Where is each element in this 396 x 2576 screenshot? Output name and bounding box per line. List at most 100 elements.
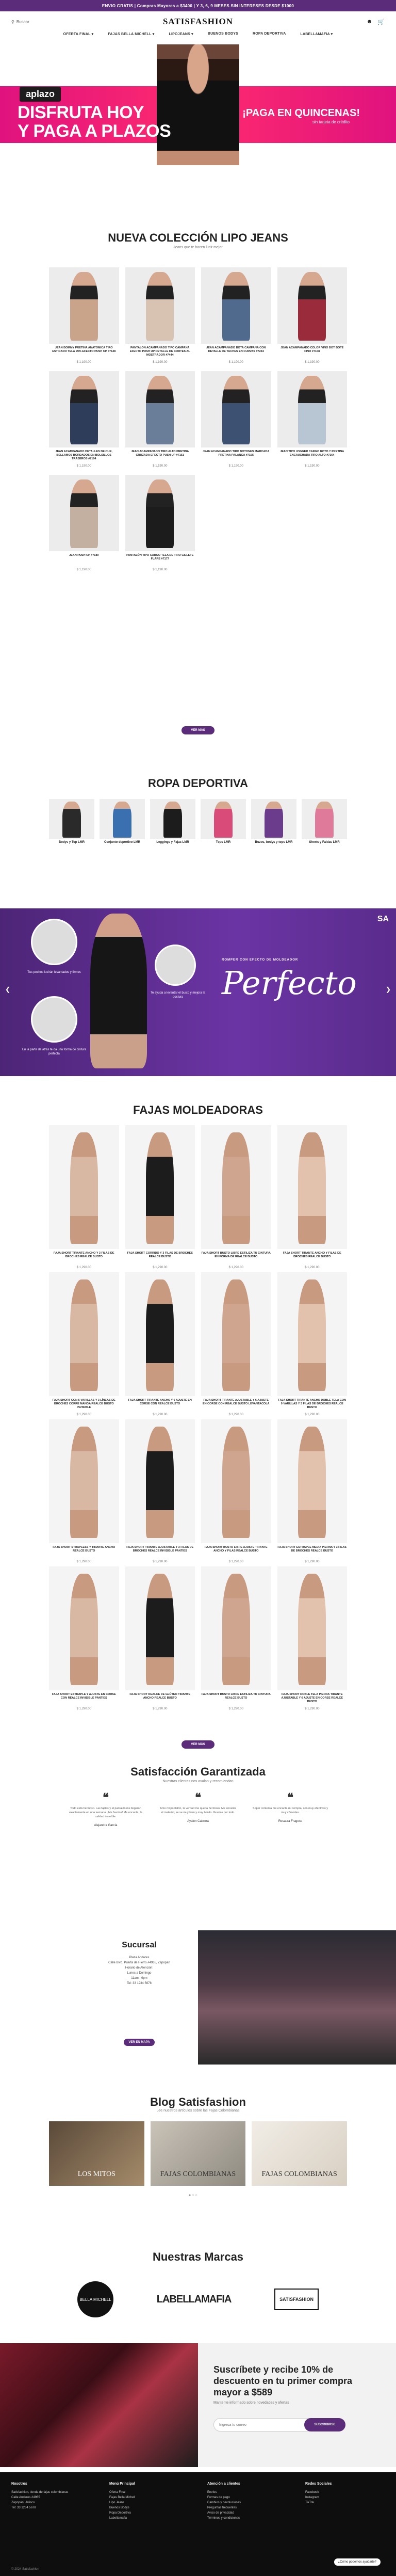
newsletter-email-input[interactable] xyxy=(213,2418,317,2431)
blog-post[interactable]: FAJAS COLOMBIANAS xyxy=(252,2121,347,2186)
faja-product-card[interactable]: FAJA SHORT CORRIDO Y 3 FILAS DE BROCHES … xyxy=(125,1125,195,1269)
nav-item-3[interactable]: BUENOS BODYS xyxy=(208,32,238,42)
search-button[interactable]: ⚲ Buscar xyxy=(11,20,29,24)
deportiva-category[interactable]: Tops LMR xyxy=(201,799,246,844)
product-image xyxy=(277,1419,347,1543)
faja-product-card[interactable]: FAJA SHORT TIRANTE AJUSTABLE Y 6 AJUSTE … xyxy=(201,1272,271,1416)
fajas-more-button[interactable]: VER MÁS xyxy=(182,1740,214,1749)
product-image xyxy=(49,475,119,551)
blog-post[interactable]: FAJAS COLOMBIANAS xyxy=(150,2121,246,2186)
deportiva-category[interactable]: Bodys y Top LMR xyxy=(49,799,94,844)
footer-link[interactable]: Zapopan, Jalisco xyxy=(11,2500,68,2505)
hero-line-1: DISFRUTA HOY xyxy=(18,103,144,122)
product-name: JEAN ACAMPANADO COLOR VINO BOT BOTE FINO… xyxy=(280,346,344,353)
faja-product-card[interactable]: FAJA SHORT CON 5 VARILLAS Y 3 LÍNEAS DE … xyxy=(49,1272,119,1416)
category-label: Bodys y Top LMR xyxy=(58,841,85,844)
review-author: Ayalen Cabrera xyxy=(187,1820,209,1823)
promo-detail-image-3 xyxy=(155,945,196,986)
footer-link[interactable]: Cambios y devoluciones xyxy=(207,2500,241,2505)
footer-link[interactable]: Envíos xyxy=(207,2490,241,2495)
promo-next-arrow[interactable]: ❯ xyxy=(386,986,391,993)
nav-item-1[interactable]: FAJAS BELLA MICHELL ▾ xyxy=(108,32,154,42)
promo-banner[interactable]: Tus pechos lucirán levantados y firmes E… xyxy=(0,908,396,1076)
product-price: $ 1,190.00 xyxy=(305,465,320,468)
faja-product-card[interactable]: FAJA SHORT BUSTO LIBRE AJUSTE TIRANTE AN… xyxy=(201,1419,271,1563)
brand-logo[interactable]: SATISFASHION xyxy=(274,2289,319,2310)
brand-logo[interactable]: LABELLAMAFIA xyxy=(157,2294,232,2306)
footer-link[interactable]: Calle Andares #4965 xyxy=(11,2495,68,2500)
faja-product-card[interactable]: FAJA SHORT TIRANTE ANCHO Y 3 FILAS DE BR… xyxy=(49,1125,119,1269)
deportiva-category[interactable]: Conjunto deportivo LMR xyxy=(100,799,145,844)
nav-item-4[interactable]: ROPA DEPORTIVA xyxy=(253,32,286,42)
product-figure xyxy=(70,1427,98,1539)
footer-link[interactable]: Ropa Deportiva xyxy=(109,2510,135,2516)
footer-link[interactable]: Satisfashion, tienda de fajas colombiana… xyxy=(11,2490,68,2495)
faja-product-card[interactable]: FAJA SHORT BUSTO LIBRE ESTILIZA TU CINTU… xyxy=(201,1566,271,1710)
cart-icon[interactable]: 🛒 xyxy=(377,19,385,25)
sucursal-section: Sucursal Plaza Andares Calle Blvd. Puerta… xyxy=(0,1930,396,2065)
product-image xyxy=(49,371,119,447)
lipo-product-card[interactable]: JEAN ACAMPANADO DETALLES DE CUR, BELLAMO… xyxy=(49,371,119,468)
faja-product-card[interactable]: FAJA SHORT TIRANTE ANCHO DOBLE TELA CON … xyxy=(277,1272,347,1416)
newsletter-section: Suscríbete y recibe 10% de descuento en … xyxy=(0,2343,396,2467)
deportiva-category[interactable]: Buzos, bodys y tops LMR xyxy=(251,799,296,844)
product-image xyxy=(125,1125,195,1249)
footer-link[interactable]: Buenos Bodys xyxy=(109,2505,135,2510)
lipo-product-card[interactable]: JEAN ACAMPANADO TIRO ALTO PRETINA CRUZAD… xyxy=(125,371,195,468)
lipo-more-button[interactable]: VER MÁS xyxy=(182,726,214,734)
nav-item-2[interactable]: LIPOJEANS ▾ xyxy=(169,32,193,42)
footer-link[interactable]: Labellamafia xyxy=(109,2516,135,2521)
faja-product-card[interactable]: FAJA SHORT DOBLE TELA PIERNA TIRANTE AJU… xyxy=(277,1566,347,1710)
footer-link[interactable]: Preguntas frecuentes xyxy=(207,2505,241,2510)
deportiva-category[interactable]: Leggings y Fajas LMR xyxy=(150,799,195,844)
faja-product-card[interactable]: FAJA SHORT TIRANTE ANCHO Y FILAS DE BROC… xyxy=(277,1125,347,1269)
lipo-product-card[interactable]: PANTALÓN TIPO CARGO TELA DE TIRO GILLETE… xyxy=(125,475,195,571)
user-icon[interactable]: ☻ xyxy=(367,19,373,25)
promo-prev-arrow[interactable]: ❮ xyxy=(5,986,10,993)
lipo-product-card[interactable]: JEAN ACAMPANADO COLOR VINO BOT BOTE FINO… xyxy=(277,267,347,364)
faja-product-card[interactable]: FAJA SHORT ESTRAPLE MEDIA PIERNA Y 3 FIL… xyxy=(277,1419,347,1563)
lipo-product-card[interactable]: JEAN BOMMY PRETINA ANATÓMICA TIRO ESTIRA… xyxy=(49,267,119,364)
brand-logo[interactable]: BELLA MICHELL xyxy=(77,2281,113,2317)
footer-link[interactable]: Aviso de privacidad xyxy=(207,2510,241,2516)
lipo-subtitle: Jeans que te hacen lucir mejor xyxy=(173,246,223,249)
footer-link[interactable]: Instagram xyxy=(305,2495,332,2500)
footer-link[interactable]: TikTok xyxy=(305,2500,332,2505)
chat-button[interactable]: ¿Cómo podemos ayudarte? xyxy=(334,2558,381,2566)
nav-item-0[interactable]: OFERTA FINAL ▾ xyxy=(63,32,94,42)
product-price: $ 1,190.00 xyxy=(153,465,168,468)
hero-banner[interactable]: aplazo DISFRUTA HOY Y PAGA A PLAZOS ¡PAGA… xyxy=(0,42,396,165)
faja-product-card[interactable]: FAJA SHORT TIRANTE AJUSTABLE Y 3 FILAS D… xyxy=(125,1419,195,1563)
product-price: $ 1,190.00 xyxy=(228,361,243,364)
logo[interactable]: SATISFASHION xyxy=(163,17,233,27)
product-figure xyxy=(298,1427,326,1539)
footer-link[interactable]: Formas de pago xyxy=(207,2495,241,2500)
footer-link[interactable]: Términos y condiciones xyxy=(207,2516,241,2521)
lipo-grid: JEAN BOMMY PRETINA ANATÓMICA TIRO ESTIRA… xyxy=(49,267,347,571)
blog-image-text: FAJAS COLOMBIANAS xyxy=(160,2170,236,2178)
blog-post[interactable]: LOS MITOS xyxy=(49,2121,144,2186)
faja-product-card[interactable]: FAJA SHORT ESTRAPLE Y AJUSTE EN CORSE CO… xyxy=(49,1566,119,1710)
category-image xyxy=(150,799,195,839)
faja-product-card[interactable]: FAJA SHORT BUSTO LIBRE ESTILIZA TU CINTU… xyxy=(201,1125,271,1269)
footer-link[interactable]: Lipo Jeans xyxy=(109,2500,135,2505)
product-image xyxy=(277,371,347,447)
lipo-product-card[interactable]: JEAN PUSH UP #7180 $ 1,190.00 xyxy=(49,475,119,571)
footer-link[interactable]: Oferta Final xyxy=(109,2490,135,2495)
faja-product-card[interactable]: FAJA SHORT TIRANTE ANCHO Y 6 AJUSTE EN C… xyxy=(125,1272,195,1416)
footer-link[interactable]: Facebook xyxy=(305,2490,332,2495)
product-image xyxy=(201,371,271,447)
nav-item-5[interactable]: LABELLAMAFIA ▾ xyxy=(301,32,333,42)
lipo-product-card[interactable]: JEAN ACAMPANADO TIRO BOTONES MARCADA PRE… xyxy=(201,371,271,468)
map-button[interactable]: VER EN MAPA xyxy=(124,2039,155,2046)
faja-product-card[interactable]: FAJA SHORT REALCE DE GLÚTEO TIRANTE ANCH… xyxy=(125,1566,195,1710)
lipo-product-card[interactable]: JEAN TIPO JOGGER CARGO ROTO Y PRETINA EN… xyxy=(277,371,347,468)
deportiva-category[interactable]: Shorts y Faldas LMR xyxy=(302,799,347,844)
lipo-product-card[interactable]: JEAN ACAMPANADO BOTA CAMPANA CON DETALLE… xyxy=(201,267,271,364)
footer-link[interactable]: Fajas Bella Michell xyxy=(109,2495,135,2500)
footer-link[interactable]: Tel: 33 1234 5678 xyxy=(11,2505,68,2510)
faja-product-card[interactable]: FAJA SHORT STRAPLESS Y TIRANTE ANCHO REA… xyxy=(49,1419,119,1563)
lipo-product-card[interactable]: PANTALÓN ACAMPANADO TIPO CAMPANA EFECTO … xyxy=(125,267,195,364)
blog-pagination-dots[interactable]: ● ○ ○ xyxy=(189,2194,197,2197)
subscribe-button[interactable]: SUSCRIBIRSE xyxy=(304,2418,345,2431)
